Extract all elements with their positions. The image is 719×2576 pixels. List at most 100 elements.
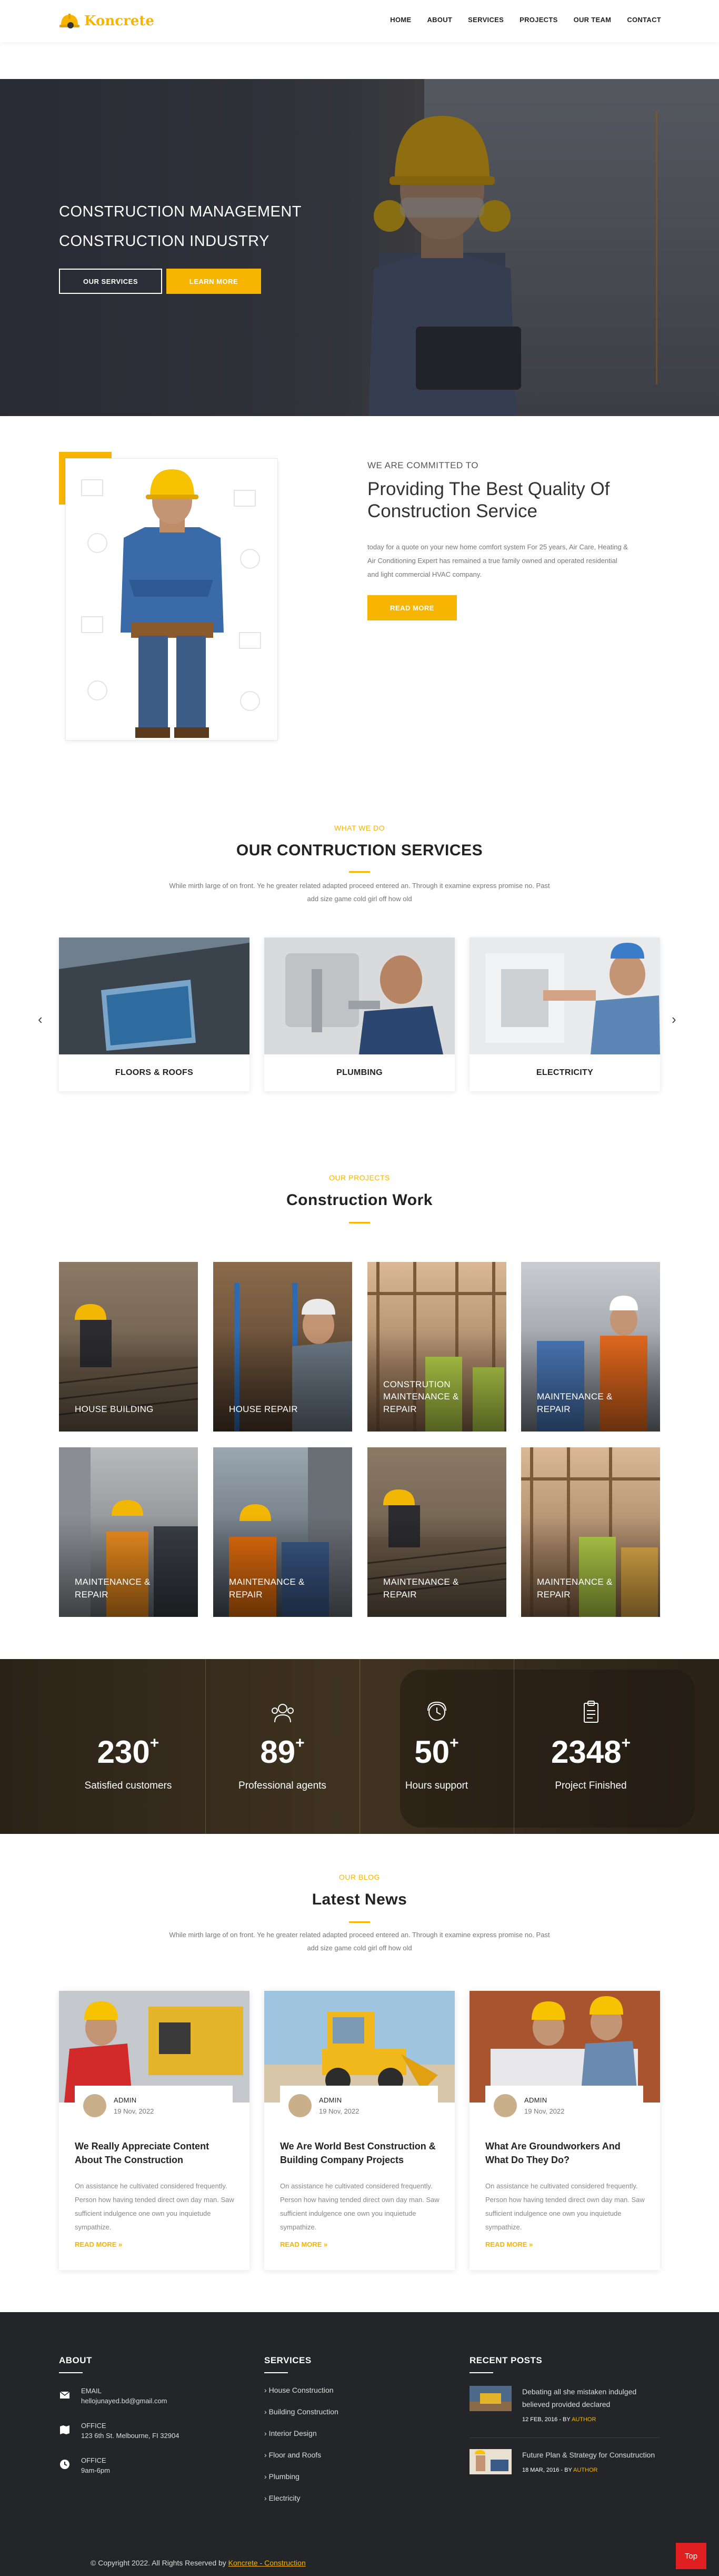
blog-excerpt: On assistance he cultivated considered f… [485, 2182, 645, 2231]
nav-projects[interactable]: PROJECTS [520, 16, 557, 24]
agents-icon [272, 1704, 294, 1723]
recent-post-title[interactable]: Future Plan & Strategy for Consutruction [522, 2449, 659, 2462]
learn-more-button[interactable]: LEARN MORE [166, 269, 261, 294]
footer-service-link[interactable]: › Electricity [264, 2494, 300, 2502]
counter-label: Project Finished [555, 1780, 627, 1791]
services-next-arrow[interactable]: › [672, 1011, 676, 1028]
project-label: MAINTENANCE & REPAIR [75, 1577, 151, 1600]
service-label: PLUMBING [336, 1068, 383, 1077]
footer-service-link[interactable]: › Building Construction [264, 2407, 338, 2416]
services-title-underline [349, 871, 370, 873]
info-value: 9am-6pm [81, 2466, 110, 2474]
author-avatar [83, 2094, 106, 2117]
service-image-plumbing [264, 937, 455, 1054]
project-card[interactable]: MAINTENANCE & REPAIR [521, 1262, 660, 1432]
blog-post-title[interactable]: We Are World Best Construction & Buildin… [280, 2139, 441, 2167]
project-label: MAINTENANCE & REPAIR [537, 1577, 613, 1600]
about-title: Providing The Best Quality Of Constructi… [367, 479, 610, 521]
service-card-floors-roofs[interactable]: FLOORS & ROOFS [59, 937, 249, 1091]
project-card[interactable]: HOUSE BUILDING [59, 1262, 198, 1432]
info-value[interactable]: hellojunayed.bd@gmail.com [81, 2397, 167, 2405]
recent-post-title[interactable]: Debating all she mistaken indulged belie… [522, 2386, 659, 2411]
blog-read-more-link[interactable]: READ MORE » [280, 2241, 327, 2248]
blog-card: ADMIN 19 Nov, 2022 We Are World Best Con… [264, 1991, 455, 2270]
clock-icon [60, 2460, 69, 2469]
footer-service-link[interactable]: › House Construction [264, 2386, 334, 2394]
project-card[interactable]: HOUSE REPAIR [213, 1262, 352, 1432]
recent-post-thumbnail[interactable] [470, 2449, 512, 2474]
logo[interactable]: Koncrete [58, 9, 154, 33]
nav-our-team[interactable]: OUR TEAM [574, 16, 612, 24]
info-value: 123 6th St. Melbourne, FI 32904 [81, 2432, 179, 2440]
service-card-plumbing[interactable]: PLUMBING [264, 937, 455, 1091]
author-avatar [494, 2094, 517, 2117]
service-image-roof [59, 937, 249, 1054]
blog-date: 19 Nov, 2022 [319, 2107, 359, 2115]
nav-services[interactable]: SERVICES [468, 16, 504, 24]
footer-recent-post: Debating all she mistaken indulged belie… [470, 2386, 659, 2423]
counter-project-finished: 2348+ Project Finished [514, 1659, 668, 1834]
project-card[interactable]: MAINTENANCE & REPAIR [59, 1447, 198, 1617]
info-label: EMAIL [81, 2387, 102, 2395]
project-label: HOUSE BUILDING [75, 1404, 154, 1415]
project-card[interactable]: MAINTENANCE & REPAIR [367, 1447, 506, 1617]
copyright-text: © Copyright 2022. All Rights Reserved by [91, 2559, 228, 2567]
counter-value: 230+ [97, 1734, 159, 1770]
blog-date: 19 Nov, 2022 [114, 2107, 154, 2115]
map-icon [60, 2425, 69, 2434]
footer-recent-posts-heading: RECENT POSTS [470, 2355, 543, 2365]
footer-service-link[interactable]: › Floor and Roofs [264, 2451, 321, 2459]
recent-post-meta: 12 FEB, 2016 - BY AUTHOR [522, 2416, 596, 2423]
blog-author[interactable]: ADMIN [114, 2096, 154, 2104]
support-icon [427, 1701, 446, 1721]
back-to-top-button[interactable]: Top [676, 2543, 706, 2569]
about-kicker: WE ARE COMMITTED TO [367, 460, 478, 470]
blog-post-title[interactable]: We Really Appreciate Content About The C… [75, 2139, 235, 2167]
blog-desc: While mirth large of on front. Ye he gre… [169, 1931, 550, 1952]
hero-title-line2: CONSTRUCTION INDUSTRY [59, 233, 269, 250]
project-label: MAINTENANCE & REPAIR [383, 1577, 459, 1600]
about-text: today for a quote on your new home comfo… [367, 543, 628, 578]
footer-services-heading: SERVICES [264, 2355, 312, 2365]
footer-office-hours: OFFICE 9am-6pm [59, 2456, 110, 2474]
services-prev-arrow[interactable]: ‹ [38, 1011, 43, 1028]
our-services-button[interactable]: OUR SERVICES [59, 269, 162, 294]
counter-satisfied-customers: 230+ Satisfied customers [51, 1659, 205, 1834]
author-avatar [288, 2094, 312, 2117]
blog-author[interactable]: ADMIN [319, 2096, 359, 2104]
project-card[interactable]: CONSTRUTION MAINTENANCE & REPAIR [367, 1262, 506, 1432]
info-label: OFFICE [81, 2456, 106, 2464]
project-card[interactable]: MAINTENANCE & REPAIR [521, 1447, 660, 1617]
blog-post-title[interactable]: What Are Groundworkers And What Do They … [485, 2139, 646, 2167]
service-card-electricity[interactable]: ELECTRICITY [470, 937, 660, 1091]
site-header: Koncrete HOME ABOUT SERVICES PROJECTS OU… [0, 0, 719, 42]
project-label: MAINTENANCE & REPAIR [229, 1577, 305, 1600]
site-footer [0, 2312, 719, 2576]
blog-meta: ADMIN 19 Nov, 2022 [75, 2086, 233, 2126]
blog-excerpt: On assistance he cultivated considered f… [280, 2182, 440, 2231]
recent-post-thumbnail[interactable] [470, 2386, 512, 2411]
service-image-electricity [470, 937, 660, 1054]
counter-professional-agents: 89+ Professional agents [205, 1659, 359, 1834]
blog-read-more-link[interactable]: READ MORE » [485, 2241, 533, 2248]
nav-about[interactable]: ABOUT [427, 16, 452, 24]
nav-contact[interactable]: CONTACT [627, 16, 661, 24]
footer-service-link[interactable]: › Interior Design [264, 2429, 317, 2437]
projects-kicker: OUR PROJECTS [329, 1173, 390, 1182]
copyright: © Copyright 2022. All Rights Reserved by… [91, 2559, 306, 2567]
recent-post-meta: 18 MAR, 2016 - BY AUTHOR [522, 2466, 598, 2473]
copyright-link[interactable]: Koncrete - Construction [228, 2559, 306, 2567]
footer-email: EMAIL hellojunayed.bd@gmail.com [59, 2387, 167, 2405]
counter-label: Hours support [405, 1780, 468, 1791]
blog-author[interactable]: ADMIN [524, 2096, 564, 2104]
services-desc: While mirth large of on front. Ye he gre… [169, 882, 550, 903]
blog-read-more-link[interactable]: READ MORE » [75, 2241, 122, 2248]
footer-service-link[interactable]: › Plumbing [264, 2472, 299, 2481]
about-read-more-button[interactable]: READ MORE [367, 595, 457, 620]
nav-home[interactable]: HOME [390, 16, 411, 24]
project-card[interactable]: MAINTENANCE & REPAIR [213, 1447, 352, 1617]
counters-section: 230+ Satisfied customers 89+ Professiona… [0, 1659, 719, 1834]
projects-title: Construction Work [286, 1191, 433, 1209]
footer-recent-post: Future Plan & Strategy for Consutruction… [470, 2449, 659, 2474]
envelope-icon [59, 2391, 70, 2399]
